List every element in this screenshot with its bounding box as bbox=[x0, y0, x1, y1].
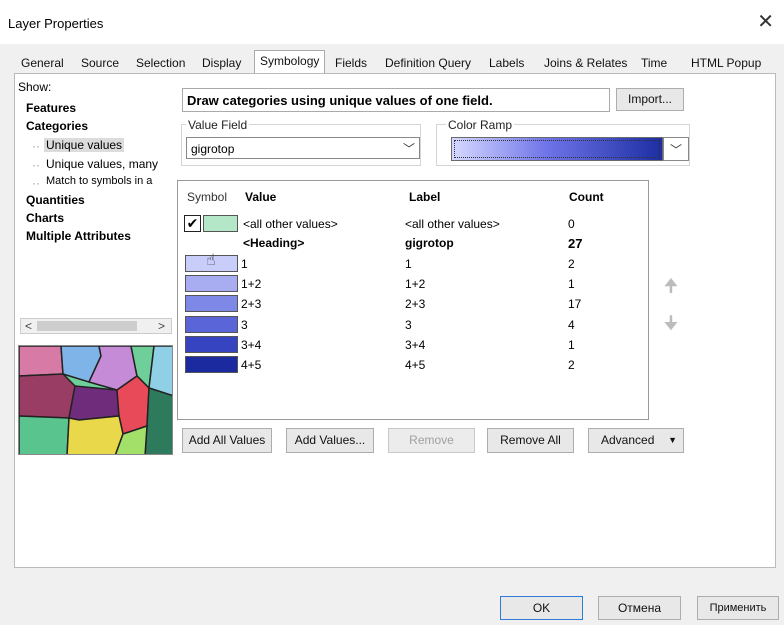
value-field-select[interactable]: gigrotop ﹀ bbox=[186, 137, 420, 159]
all-other-values-checkbox[interactable]: ✔ bbox=[184, 215, 201, 232]
tree-connector: ·· bbox=[32, 158, 40, 172]
value-field-label: Value Field bbox=[186, 118, 250, 132]
row-value[interactable]: <Heading> bbox=[243, 236, 304, 250]
down-arrow-icon[interactable]: 🠋 bbox=[661, 311, 681, 341]
add-values-button[interactable]: Add Values... bbox=[286, 428, 374, 453]
row-count: 0 bbox=[568, 217, 575, 231]
row-label[interactable]: 3+4 bbox=[405, 338, 425, 352]
symbol-swatch[interactable] bbox=[185, 316, 238, 333]
description-text: Draw categories using unique values of o… bbox=[187, 93, 493, 108]
tab-fields[interactable]: Fields bbox=[330, 54, 372, 74]
tree-features[interactable]: Features bbox=[26, 101, 76, 115]
row-count: 27 bbox=[568, 236, 583, 251]
tab-html-popup[interactable]: HTML Popup bbox=[686, 54, 766, 74]
row-count: 1 bbox=[568, 277, 575, 291]
tree-connector: ·· bbox=[32, 139, 40, 153]
row-value[interactable]: <all other values> bbox=[243, 217, 338, 231]
column-header-label[interactable]: Label bbox=[409, 190, 440, 204]
window-title: Layer Properties bbox=[8, 16, 104, 31]
row-count: 2 bbox=[568, 358, 575, 372]
column-header-count[interactable]: Count bbox=[569, 190, 604, 204]
row-value[interactable]: 3+4 bbox=[241, 338, 261, 352]
row-label[interactable]: gigrotop bbox=[405, 236, 454, 250]
tab-source[interactable]: Source bbox=[76, 54, 124, 74]
tree-horizontal-scrollbar[interactable]: < > bbox=[20, 318, 172, 334]
tree-quantities[interactable]: Quantities bbox=[26, 193, 85, 207]
tab-strip: General Source Selection Display Symbolo… bbox=[14, 50, 778, 74]
symbol-swatch[interactable] bbox=[185, 336, 238, 353]
show-tree: Features Categories ·· Unique values ·· … bbox=[18, 95, 173, 335]
row-label[interactable]: 1 bbox=[405, 257, 412, 271]
symbol-swatch[interactable] bbox=[185, 295, 238, 312]
tree-match-to-symbols[interactable]: Match to symbols in a bbox=[46, 175, 152, 187]
tree-charts[interactable]: Charts bbox=[26, 211, 64, 225]
title-bar: Layer Properties ✕ bbox=[0, 0, 784, 44]
row-label[interactable]: 4+5 bbox=[405, 358, 425, 372]
tab-display[interactable]: Display bbox=[197, 54, 246, 74]
import-button[interactable]: Import... bbox=[616, 88, 684, 111]
row-label[interactable]: 2+3 bbox=[405, 297, 425, 311]
add-all-values-button[interactable]: Add All Values bbox=[182, 428, 272, 453]
description-box: Draw categories using unique values of o… bbox=[182, 88, 610, 112]
tab-joins-relates[interactable]: Joins & Relates bbox=[539, 54, 632, 74]
tab-labels[interactable]: Labels bbox=[484, 54, 529, 74]
row-label[interactable]: 1+2 bbox=[405, 277, 425, 291]
tree-connector: ·· bbox=[32, 176, 40, 190]
up-arrow-icon[interactable]: 🠉 bbox=[661, 274, 681, 304]
tab-symbology[interactable]: Symbology bbox=[254, 50, 326, 74]
row-value[interactable]: 3 bbox=[241, 318, 248, 332]
row-count: 1 bbox=[568, 338, 575, 352]
tree-unique-values[interactable]: Unique values bbox=[44, 138, 125, 152]
symbol-swatch[interactable] bbox=[185, 275, 238, 292]
column-header-symbol[interactable]: Symbol bbox=[187, 190, 227, 204]
scroll-left-icon[interactable]: < bbox=[25, 319, 32, 333]
apply-button[interactable]: Применить bbox=[697, 596, 779, 620]
mouse-cursor-icon: ☝ bbox=[206, 252, 216, 269]
color-ramp-dropdown[interactable]: ﹀ bbox=[663, 137, 689, 161]
row-label[interactable]: <all other values> bbox=[405, 217, 500, 231]
scroll-thumb[interactable] bbox=[37, 321, 137, 331]
tree-unique-values-many[interactable]: Unique values, many bbox=[46, 157, 158, 171]
tab-selection[interactable]: Selection bbox=[131, 54, 190, 74]
row-count: 4 bbox=[568, 318, 575, 332]
chevron-down-icon: ﹀ bbox=[669, 143, 682, 157]
map-preview bbox=[18, 345, 173, 455]
advanced-button[interactable]: Advanced ▼ bbox=[588, 428, 684, 453]
tree-multiple-attributes[interactable]: Multiple Attributes bbox=[26, 229, 131, 243]
chevron-down-icon: ﹀ bbox=[402, 142, 415, 156]
column-header-value[interactable]: Value bbox=[245, 190, 276, 204]
show-label: Show: bbox=[18, 80, 52, 94]
close-icon[interactable]: ✕ bbox=[757, 12, 774, 32]
row-value[interactable]: 1+2 bbox=[241, 277, 261, 291]
tab-general[interactable]: General bbox=[16, 54, 69, 74]
scroll-right-icon[interactable]: > bbox=[158, 319, 165, 333]
tree-categories[interactable]: Categories bbox=[26, 119, 88, 133]
row-value[interactable]: 1 bbox=[241, 257, 248, 271]
remove-button[interactable]: Remove bbox=[388, 428, 475, 453]
symbol-swatch[interactable] bbox=[185, 356, 238, 373]
ok-button[interactable]: OK bbox=[500, 596, 583, 620]
color-ramp-select[interactable] bbox=[451, 137, 663, 161]
color-ramp-label: Color Ramp bbox=[446, 118, 515, 132]
row-value[interactable]: 2+3 bbox=[241, 297, 261, 311]
remove-all-button[interactable]: Remove All bbox=[487, 428, 574, 453]
advanced-label: Advanced bbox=[601, 433, 655, 447]
row-count: 2 bbox=[568, 257, 575, 271]
tab-definition-query[interactable]: Definition Query bbox=[380, 54, 476, 74]
row-count: 17 bbox=[568, 297, 582, 311]
row-value[interactable]: 4+5 bbox=[241, 358, 261, 372]
dropdown-arrow-icon: ▼ bbox=[668, 435, 677, 445]
value-field-value: gigrotop bbox=[191, 142, 235, 156]
cancel-button[interactable]: Отмена bbox=[598, 596, 681, 620]
row-label[interactable]: 3 bbox=[405, 318, 412, 332]
symbol-swatch[interactable] bbox=[203, 215, 238, 232]
tab-time[interactable]: Time bbox=[636, 54, 672, 74]
